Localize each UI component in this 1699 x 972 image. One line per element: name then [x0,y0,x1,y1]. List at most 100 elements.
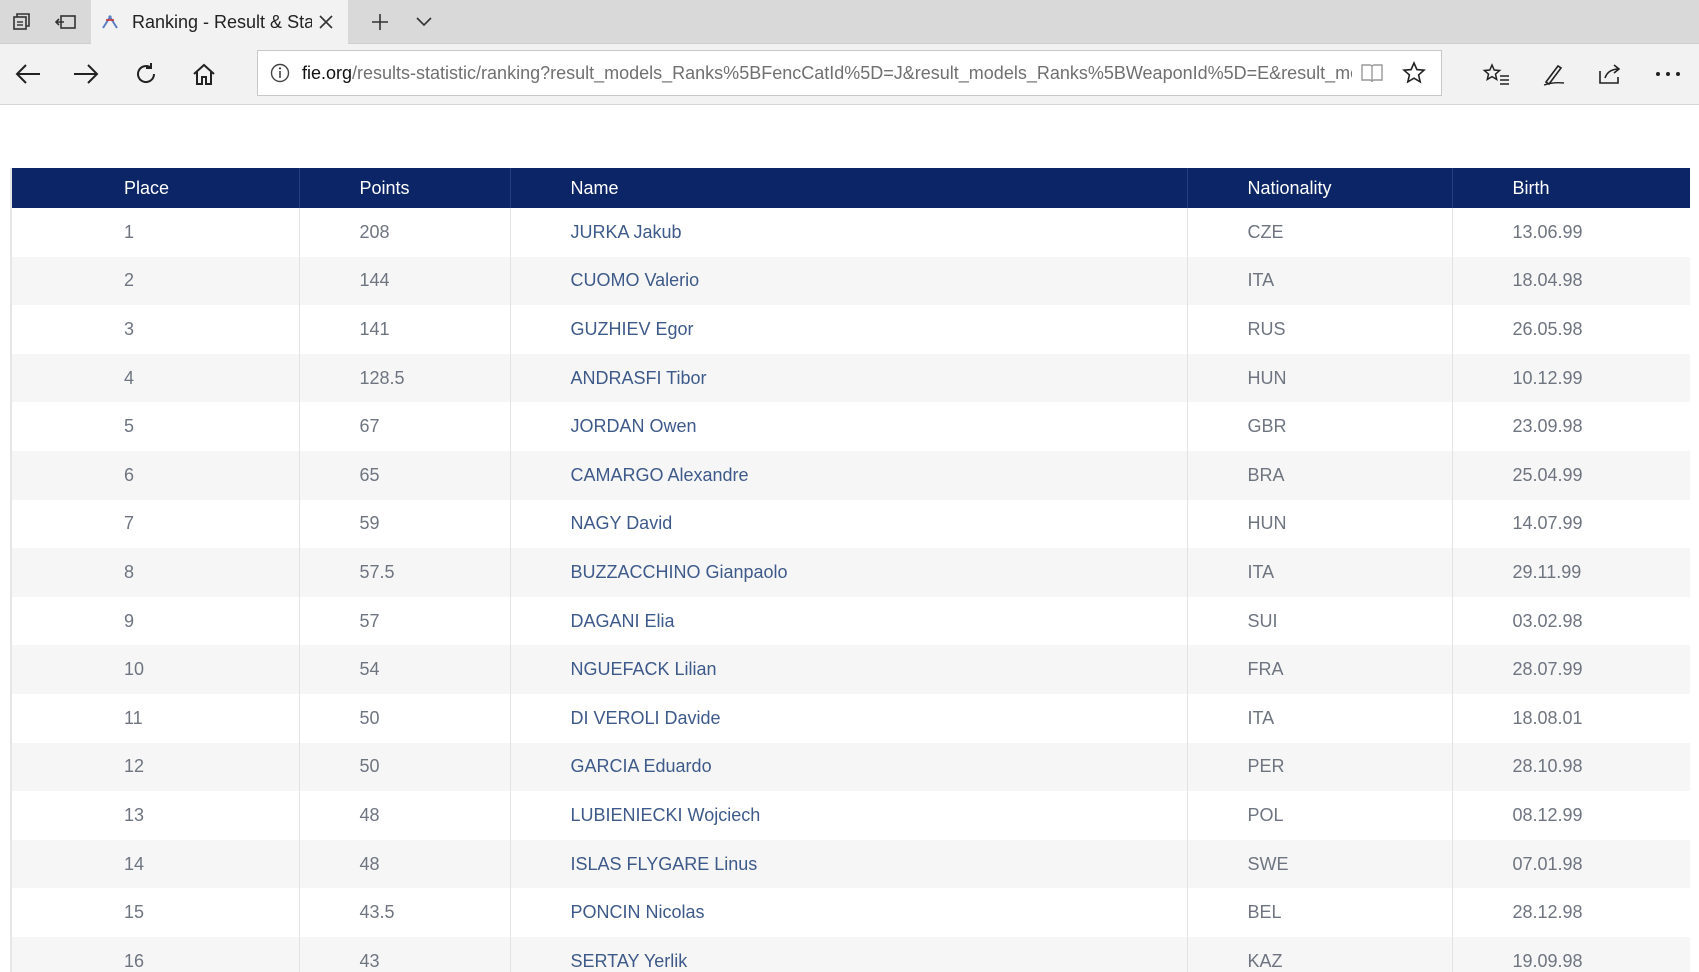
fencer-name-link[interactable]: PONCIN Nicolas [510,888,1188,937]
birth-date-cell: 10.12.99 [1452,353,1690,403]
fencer-name-link[interactable]: SERTAY Yerlik [510,936,1188,972]
info-icon[interactable] [258,51,302,95]
nationality-cell: SUI [1187,596,1453,646]
table-row[interactable]: 6 65 CAMARGO Alexandre BRA 25.04.99 [12,450,1690,500]
forward-arrow-icon[interactable] [58,44,114,104]
favorites-hub-icon[interactable] [1468,44,1524,104]
set-tabs-aside-icon[interactable] [44,0,88,43]
fencer-name-link[interactable]: DI VEROLI Davide [510,693,1188,743]
web-note-pen-icon[interactable] [1526,44,1582,104]
table-header-row: Place Points Name Nationality Birth [12,168,1690,208]
table-row[interactable]: 14 48 ISLAS FLYGARE Linus SWE 07.01.98 [12,839,1690,889]
column-header-name[interactable]: Name [510,168,1188,208]
birth-date-cell: 03.02.98 [1512,610,1583,631]
table-row[interactable]: 11 50 DI VEROLI Davide ITA 18.08.01 [12,693,1690,743]
nationality-cell: SWE [1187,839,1453,889]
tab-strip: Ranking - Result & Statistic [0,0,1699,44]
points-cell: 208 [299,208,511,257]
column-header-birth[interactable]: Birth [1452,168,1690,208]
place-cell: 5 [12,402,300,451]
points-cell: 43.5 [299,888,511,937]
points-cell: 141 [299,305,511,354]
table-row[interactable]: 10 54 NGUEFACK Lilian FRA 28.07.99 [12,645,1690,694]
place-cell: 4 [12,353,300,403]
points-cell: 43 [299,936,511,972]
ranking-table-container: Place Points Name Nationality Birth 1 208… [10,168,1690,972]
birth-date-cell: 07.01.98 [1452,839,1690,889]
birth-date-cell: 13.06.99 [1512,221,1583,242]
birth-date-cell: 26.05.98 [1512,318,1583,339]
fencer-name-link[interactable]: GUZHIEV Egor [510,305,1188,354]
table-row[interactable]: 4 128.5 ANDRASFI Tibor HUN 10.12.99 [12,353,1690,403]
active-tab[interactable]: Ranking - Result & Statistic [91,0,348,44]
fencer-name-link[interactable]: CAMARGO Alexandre [510,450,1188,500]
table-row[interactable]: 7 59 NAGY David HUN 14.07.99 [12,499,1690,549]
new-tab-icon[interactable] [358,0,402,43]
fencer-name-link[interactable]: BUZZACCHINO Gianpaolo [510,548,1188,597]
refresh-icon[interactable] [118,44,174,104]
fencer-name-link[interactable]: GARCIA Eduardo [510,742,1188,792]
table-row[interactable]: 16 43 SERTAY Yerlik KAZ 19.09.98 [12,936,1690,972]
back-arrow-icon[interactable] [0,44,56,104]
table-row[interactable]: 8 57.5 BUZZACCHINO Gianpaolo ITA 29.11.99 [12,548,1690,597]
fencer-name-link[interactable]: NAGY David [510,499,1188,549]
points-cell: 57.5 [299,548,511,597]
chevron-down-icon[interactable] [402,0,446,43]
fie-logo-icon [101,13,119,31]
points-cell: 59 [299,499,511,549]
place-cell: 16 [12,936,300,972]
place-cell: 10 [12,645,300,694]
nationality-cell: HUN [1187,353,1453,403]
nationality-cell: RUS [1187,305,1453,354]
close-tab-icon[interactable] [310,0,342,44]
nationality-cell: HUN [1187,499,1453,549]
place-cell: 1 [12,208,300,257]
points-cell: 67 [299,402,511,451]
table-row[interactable]: 2 144 CUOMO Valerio ITA 18.04.98 [12,256,1690,306]
table-row[interactable]: 13 48 LUBIENIECKI Wojciech POL 08.12.99 [12,791,1690,840]
address-bar[interactable]: fie.org/results-statistic/ranking?result… [257,50,1442,96]
points-cell: 54 [299,645,511,694]
add-favorite-star-icon[interactable] [1392,51,1436,95]
column-header-nationality[interactable]: Nationality [1187,168,1453,208]
table-row[interactable]: 1 208 JURKA Jakub CZE 13.06.99 [12,208,1690,257]
nationality-cell: FRA [1187,645,1453,694]
birth-date-cell: 28.10.98 [1452,742,1690,792]
reading-view-icon[interactable] [1352,51,1392,95]
nationality-cell: BRA [1187,450,1453,500]
fencer-name-link[interactable]: LUBIENIECKI Wojciech [510,791,1188,840]
birth-date-cell: 18.04.98 [1452,256,1690,306]
fencer-name-link[interactable]: DAGANI Elia [510,596,1188,646]
birth-date-cell: 28.12.98 [1512,902,1583,923]
table-row[interactable]: 12 50 GARCIA Eduardo PER 28.10.98 [12,742,1690,792]
birth-date-cell: 28.07.99 [1452,645,1690,694]
table-row[interactable]: 9 57 DAGANI Elia SUI 03.02.98 [12,596,1690,646]
place-cell: 15 [12,888,300,937]
points-cell: 48 [299,839,511,889]
table-row[interactable]: 15 43.5 PONCIN Nicolas BEL 28.12.98 [12,888,1690,937]
nationality-cell: BEL [1187,888,1453,937]
fencer-name-link[interactable]: JORDAN Owen [510,402,1188,451]
table-row[interactable]: 3 141 GUZHIEV Egor RUS 26.05.98 [12,305,1690,354]
url-path: /results-statistic/ranking?result_models… [352,62,1352,83]
place-cell: 6 [12,450,300,500]
table-row[interactable]: 5 67 JORDAN Owen GBR 23.09.98 [12,402,1690,451]
share-icon[interactable] [1582,44,1638,104]
column-header-points[interactable]: Points [299,168,511,208]
birth-date-cell: 14.07.99 [1512,513,1583,534]
fencer-name-link[interactable]: NGUEFACK Lilian [510,645,1188,694]
place-cell: 8 [12,548,300,597]
fencer-name-link[interactable]: CUOMO Valerio [510,256,1188,306]
fencer-name-link[interactable]: ISLAS FLYGARE Linus [510,839,1188,889]
points-cell: 50 [299,742,511,792]
tab-manager-icon[interactable] [0,0,44,43]
url-text[interactable]: fie.org/results-statistic/ranking?result… [302,63,1352,84]
fencer-name-link[interactable]: ANDRASFI Tibor [510,353,1188,403]
column-header-place[interactable]: Place [12,168,300,208]
table-body: 1 208 JURKA Jakub CZE 13.06.99 2 144 CUOMO Vale… [12,208,1690,972]
home-icon[interactable] [176,44,232,104]
more-options-icon[interactable] [1640,44,1696,104]
nationality-cell: ITA [1187,693,1453,743]
fencer-name-link[interactable]: JURKA Jakub [510,208,1188,257]
url-host: fie.org [302,62,353,83]
